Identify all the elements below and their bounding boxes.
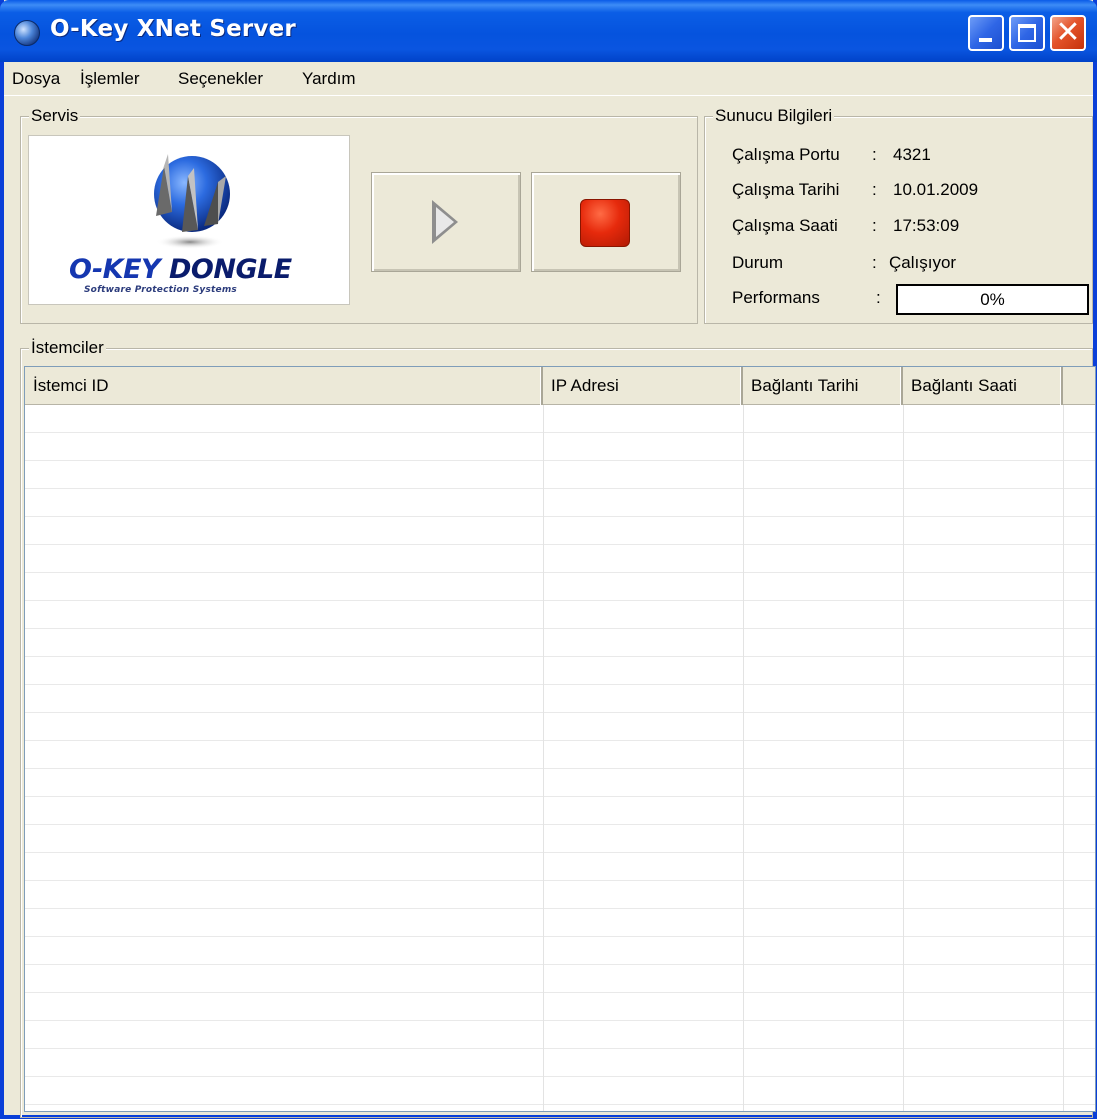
- minimize-icon: [979, 38, 992, 42]
- column-ip-address[interactable]: IP Adresi: [543, 367, 743, 405]
- performance-separator: :: [876, 288, 881, 307]
- server-info-legend: Sunucu Bilgileri: [713, 106, 835, 126]
- maximize-button[interactable]: [1009, 15, 1045, 51]
- minimize-button[interactable]: [968, 15, 1004, 51]
- play-icon: [432, 200, 458, 244]
- menu-secenekler[interactable]: Seçenekler: [178, 69, 263, 89]
- window-title: O-Key XNet Server: [50, 16, 296, 42]
- maximize-icon: [1018, 24, 1036, 42]
- performance-label: Performans: [732, 288, 820, 307]
- clients-legend: İstemciler: [29, 338, 106, 358]
- app-window: O-Key XNet Server ✕ Dosya İşlemler Seçen…: [0, 0, 1097, 1119]
- column-connection-time[interactable]: Bağlantı Saati: [903, 367, 1063, 405]
- grid-line: [543, 405, 544, 1111]
- clients-list-body[interactable]: [25, 405, 1095, 1111]
- port-separator: :: [872, 145, 877, 164]
- menu-islemler[interactable]: İşlemler: [80, 69, 140, 89]
- start-service-button[interactable]: [371, 172, 521, 272]
- logo-subtitle: Software Protection Systems: [84, 285, 237, 295]
- status-value: Çalışıyor: [889, 253, 957, 272]
- logo-wordmark: O-KEY DONGLE: [69, 254, 292, 285]
- port-label: Çalışma Portu: [732, 145, 840, 164]
- status-label: Durum: [732, 253, 784, 272]
- menu-bar: Dosya İşlemler Seçenekler Yardım: [4, 62, 1093, 96]
- service-legend: Servis: [29, 106, 81, 126]
- performance-text: 0%: [980, 290, 1005, 309]
- performance-progress-bar: 0%: [896, 284, 1089, 315]
- menu-yardim[interactable]: Yardım: [302, 69, 356, 89]
- port-value: 4321: [893, 145, 931, 164]
- stop-icon: [580, 199, 630, 247]
- time-label: Çalışma Saati: [732, 216, 838, 235]
- date-value: 10.01.2009: [893, 180, 979, 199]
- okey-dongle-logo: O-KEY DONGLE Software Protection Systems: [28, 135, 350, 305]
- column-connection-date[interactable]: Bağlantı Tarihi: [743, 367, 903, 405]
- clients-list-header: İstemci ID IP Adresi Bağlantı Tarihi Bağ…: [25, 367, 1095, 405]
- column-client-id[interactable]: İstemci ID: [25, 367, 543, 405]
- close-icon: ✕: [1055, 15, 1081, 50]
- app-globe-icon[interactable]: [14, 20, 40, 46]
- stop-service-button[interactable]: [531, 172, 681, 272]
- logo-globe-icon: [154, 154, 230, 249]
- time-value: 17:53:09: [893, 216, 960, 235]
- date-separator: :: [872, 180, 877, 199]
- grid-line: [903, 405, 904, 1111]
- time-separator: :: [872, 216, 877, 235]
- clients-list[interactable]: İstemci ID IP Adresi Bağlantı Tarihi Bağ…: [24, 366, 1096, 1112]
- menu-dosya[interactable]: Dosya: [12, 69, 60, 89]
- date-label: Çalışma Tarihi: [732, 180, 840, 199]
- title-bar[interactable]: O-Key XNet Server ✕: [0, 0, 1097, 62]
- grid-line: [743, 405, 744, 1111]
- status-separator: :: [872, 253, 877, 272]
- close-button[interactable]: ✕: [1050, 15, 1086, 51]
- grid-line: [1063, 405, 1064, 1111]
